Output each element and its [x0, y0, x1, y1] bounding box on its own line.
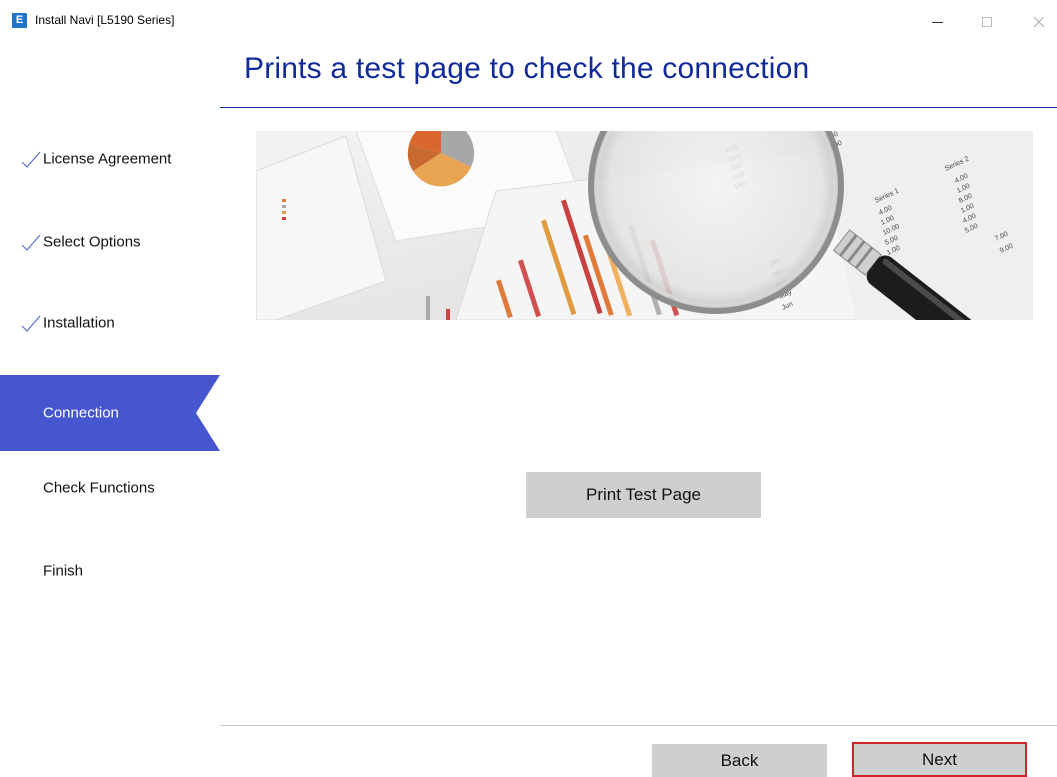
checkmark-icon	[21, 151, 41, 168]
next-button[interactable]: Next	[852, 742, 1027, 777]
step-label: Finish	[43, 562, 84, 580]
maximize-icon	[982, 17, 992, 28]
step-label: Select Options	[43, 233, 141, 251]
title-bar: E Install Navi [L5190 Series]	[0, 0, 1057, 40]
banner-image: Aug Sep Oct Nov Dec 7.00 5.00 Series 2 4…	[256, 131, 1033, 320]
print-test-page-button[interactable]: Print Test Page	[526, 472, 761, 518]
step-connection: Connection	[0, 375, 220, 451]
step-select-options: Select Options	[0, 204, 220, 280]
back-button[interactable]: Back	[652, 744, 827, 777]
step-label: License Agreement	[43, 150, 172, 168]
minimize-icon	[931, 21, 943, 23]
close-icon	[1033, 16, 1045, 28]
window-title: Install Navi [L5190 Series]	[35, 13, 175, 27]
active-step-pointer	[196, 375, 220, 451]
footer-divider	[220, 725, 1057, 726]
checkmark-icon	[21, 234, 41, 251]
checkmark-icon	[21, 315, 41, 332]
page-title: Prints a test page to check the connecti…	[244, 52, 810, 85]
step-license-agreement: License Agreement	[0, 121, 220, 197]
maximize-button[interactable]	[972, 8, 1002, 34]
step-label: Check Functions	[43, 479, 155, 497]
close-button[interactable]	[1024, 8, 1054, 34]
app-icon: E	[12, 13, 27, 28]
step-label: Installation	[43, 314, 115, 332]
step-label: Connection	[43, 404, 119, 422]
magnifier-report-illustration: Aug Sep Oct Nov Dec 7.00 5.00 Series 2 4…	[256, 131, 1033, 320]
step-finish: Finish	[0, 533, 220, 609]
heading-divider	[220, 107, 1057, 108]
step-installation: Installation	[0, 285, 220, 361]
step-check-functions: Check Functions	[0, 450, 220, 526]
step-sidebar: License Agreement Select Options Install…	[0, 108, 220, 708]
minimize-button[interactable]	[922, 8, 952, 34]
